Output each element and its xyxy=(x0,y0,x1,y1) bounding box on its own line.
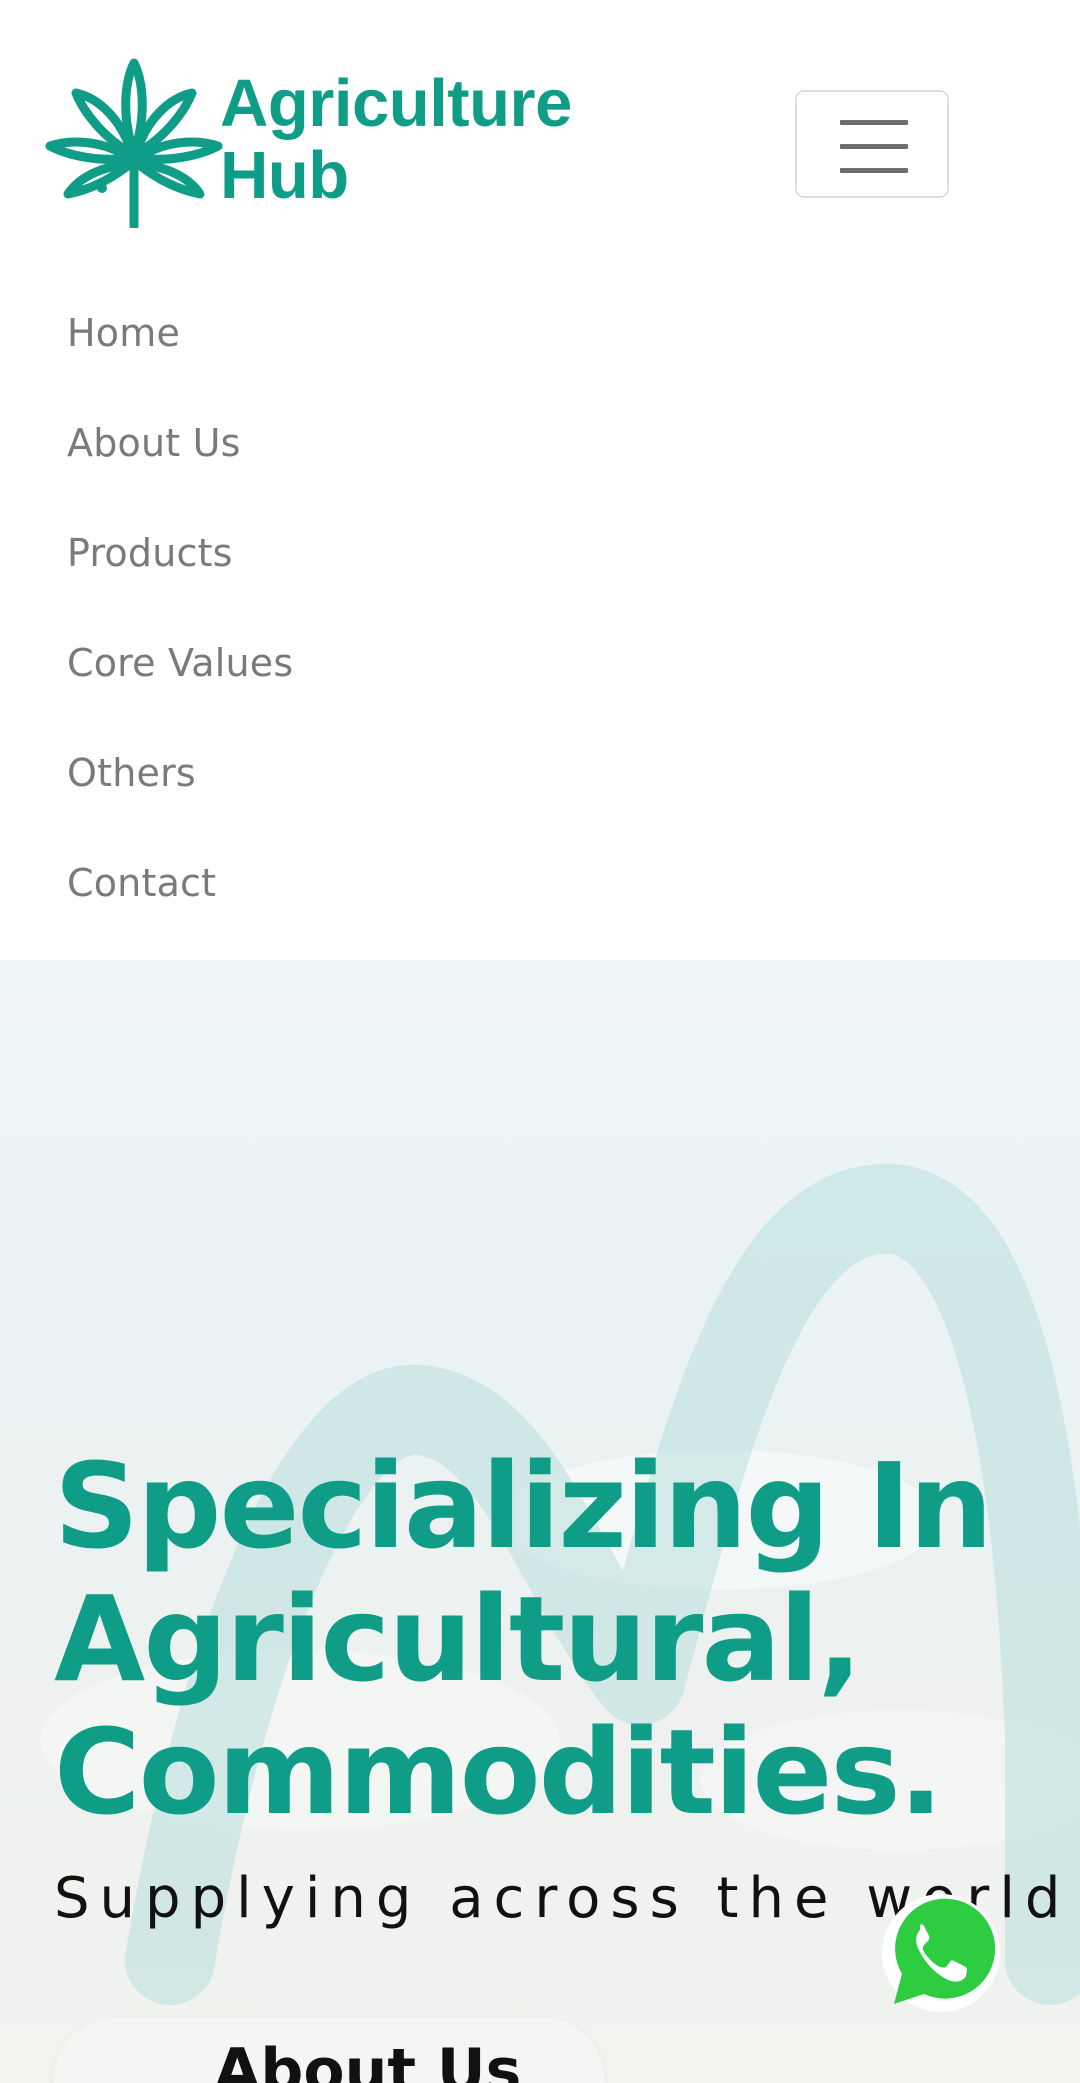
menu-toggle-button[interactable] xyxy=(795,90,949,198)
hamburger-menu-icon xyxy=(840,120,908,173)
nav-item-others[interactable]: Others xyxy=(67,733,196,813)
nav-item-about-us[interactable]: About Us xyxy=(67,403,241,483)
hero-title-line-3: Commodities. xyxy=(54,1703,944,1841)
brand-name-line1: Agriculture xyxy=(220,66,572,141)
whatsapp-icon[interactable] xyxy=(880,1892,1002,2014)
about-us-button-label: About Us xyxy=(214,2036,522,2083)
main-nav: Home About Us Products Core Values Other… xyxy=(0,250,1080,960)
brand-logo[interactable]: Agriculture Hub xyxy=(44,58,604,233)
hero-title-line-1: Specializing In xyxy=(54,1437,993,1575)
nav-item-contact[interactable]: Contact xyxy=(67,843,216,923)
hero-title-line-2: Agricultural, xyxy=(54,1570,862,1708)
site-header: Agriculture Hub xyxy=(0,0,1080,250)
brand-name: Agriculture Hub xyxy=(220,68,572,212)
hero-title: Specializing In Agricultural, Commoditie… xyxy=(54,1440,1054,1839)
cannabis-leaf-icon xyxy=(45,58,223,228)
about-us-button[interactable]: About Us xyxy=(54,2018,604,2083)
nav-item-products[interactable]: Products xyxy=(67,513,233,593)
nav-item-home[interactable]: Home xyxy=(67,293,180,373)
brand-name-line2: Hub xyxy=(220,138,349,213)
nav-item-core-values[interactable]: Core Values xyxy=(67,623,293,703)
